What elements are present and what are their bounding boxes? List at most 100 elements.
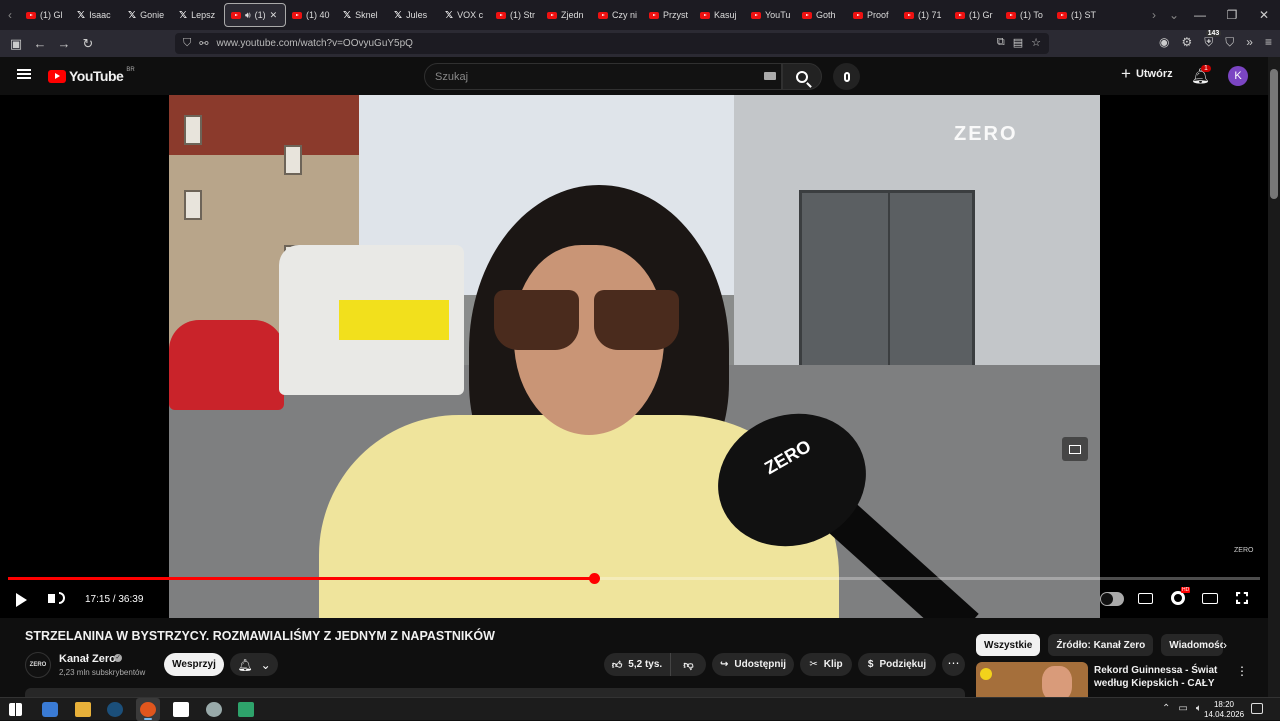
- theater-mode-icon[interactable]: [1202, 593, 1218, 604]
- subtitles-icon[interactable]: [1138, 593, 1153, 604]
- scrollbar-thumb[interactable]: [1270, 69, 1278, 199]
- page-scrollbar[interactable]: [1268, 57, 1280, 697]
- chrome-taskbar-icon[interactable]: [42, 702, 58, 717]
- tab-item[interactable]: (1) 71: [898, 3, 949, 27]
- overflow-icon[interactable]: »: [1246, 35, 1253, 50]
- notifications-button[interactable]: 🔔︎ 1: [1191, 65, 1211, 85]
- settings-gear-icon[interactable]: [1171, 591, 1185, 605]
- recommended-thumbnail[interactable]: [976, 662, 1088, 697]
- tab-item[interactable]: Goth: [796, 3, 847, 27]
- chips-next-icon[interactable]: ›: [1223, 638, 1227, 652]
- app-icon[interactable]: [206, 702, 222, 717]
- tray-chevron-icon[interactable]: ⌃: [1162, 703, 1170, 714]
- avatar[interactable]: K: [1228, 66, 1248, 86]
- steam-icon[interactable]: [107, 702, 123, 717]
- miniplayer-button[interactable]: [1062, 437, 1088, 461]
- tab-list-menu-icon[interactable]: ⌄: [1164, 8, 1184, 22]
- volume-icon[interactable]: [48, 594, 55, 603]
- close-window-icon[interactable]: ✕: [1248, 8, 1280, 22]
- extensions-icon[interactable]: ⚙: [1182, 35, 1193, 50]
- restore-icon[interactable]: ❐: [1216, 8, 1248, 22]
- notion-icon[interactable]: [173, 702, 189, 717]
- share-button[interactable]: ↪ Udostępnij: [712, 653, 794, 676]
- dislike-button[interactable]: 👎︎: [670, 653, 706, 676]
- voice-search-button[interactable]: [833, 63, 860, 90]
- description-box[interactable]: [25, 688, 965, 697]
- clip-button[interactable]: ✂ Klip: [800, 653, 852, 676]
- network-icon[interactable]: ▭: [1178, 703, 1187, 714]
- tab-item[interactable]: Przyst: [643, 3, 694, 27]
- tab-item[interactable]: Zjedn: [541, 3, 592, 27]
- tab-item[interactable]: (1) Gr: [949, 3, 1000, 27]
- progress-bar[interactable]: [8, 573, 1260, 584]
- speaker-icon[interactable]: 🔈︎: [1196, 703, 1202, 714]
- site-permissions-icon[interactable]: ⚯: [199, 37, 208, 50]
- search-input[interactable]: Szukaj: [424, 63, 782, 90]
- tab-item[interactable]: (1) Str: [490, 3, 541, 27]
- tab-item[interactable]: Proof: [847, 3, 898, 27]
- thanks-button[interactable]: $ Podziękuj: [858, 653, 936, 676]
- pip-icon[interactable]: ⧉: [997, 36, 1005, 49]
- play-icon[interactable]: [16, 593, 27, 607]
- video-player[interactable]: ZERO ZERO ZERO 17:15 / 36:39 HD: [0, 95, 1268, 618]
- minimize-icon[interactable]: —: [1184, 8, 1216, 22]
- tab-item[interactable]: 𝕏 Gonie: [122, 3, 173, 27]
- tab-close-icon[interactable]: ✕: [270, 10, 278, 21]
- channel-avatar[interactable]: ZERO: [25, 652, 51, 678]
- tab-item[interactable]: 𝕏 Isaac: [71, 3, 122, 27]
- video-frame[interactable]: ZERO ZERO: [169, 95, 1100, 618]
- start-icon[interactable]: [9, 703, 22, 716]
- reader-icon[interactable]: ▤: [1013, 36, 1023, 49]
- tab-item[interactable]: 𝕏 VOX c: [439, 3, 490, 27]
- shield-icon[interactable]: ⛉: [183, 37, 191, 50]
- tab-scroll-right-icon[interactable]: ›: [1144, 8, 1164, 22]
- address-bar[interactable]: ⛉ ⚯ www.youtube.com/watch?v=OOvyuGuY5pQ …: [175, 33, 1049, 54]
- ublock-icon[interactable]: ⛨ 143: [1204, 30, 1222, 50]
- chip-news[interactable]: Wiadomości z: [1161, 634, 1224, 656]
- url-text[interactable]: www.youtube.com/watch?v=OOvyuGuY5pQ: [216, 38, 412, 49]
- subscription-bell-button[interactable]: 🔔︎ ⌄: [230, 653, 278, 676]
- fullscreen-icon[interactable]: [1236, 592, 1248, 604]
- search-button[interactable]: [782, 63, 822, 90]
- miniplayer-icon: [1069, 444, 1081, 454]
- vpn-icon[interactable]: ◉: [1159, 35, 1169, 50]
- taskbar-clock[interactable]: 18:20 14.04.2026: [1204, 700, 1244, 720]
- hamburger-menu-icon[interactable]: [17, 69, 31, 79]
- chip-all[interactable]: Wszystkie: [976, 634, 1041, 656]
- tab-overview-icon[interactable]: ▣: [4, 36, 28, 52]
- firefox-icon[interactable]: [140, 702, 156, 717]
- support-button[interactable]: Wesprzyj: [164, 653, 224, 676]
- create-button[interactable]: + Utwórz: [1121, 65, 1173, 82]
- notification-center-icon[interactable]: [1251, 703, 1263, 714]
- back-icon[interactable]: ←: [28, 36, 52, 51]
- progress-scrubber[interactable]: [589, 573, 601, 584]
- channel-name[interactable]: Kanał Zero: [59, 653, 116, 665]
- tab-item[interactable]: 𝕏 Jules: [388, 3, 439, 27]
- tab-scroll-left-icon[interactable]: ‹: [0, 8, 20, 22]
- tab-item[interactable]: Czy ni: [592, 3, 643, 27]
- tab-item[interactable]: 𝕏 Lepsz: [173, 3, 224, 27]
- forward-icon[interactable]: →: [52, 36, 76, 51]
- recommended-menu-icon[interactable]: ⋮: [1236, 664, 1248, 678]
- calculator-icon[interactable]: [238, 702, 254, 717]
- autoplay-toggle[interactable]: [1100, 592, 1124, 606]
- tab-item[interactable]: (1) Gl: [20, 3, 71, 27]
- file-explorer-icon[interactable]: [75, 702, 91, 717]
- like-button[interactable]: 👍︎ 5,2 tys.: [604, 653, 670, 676]
- more-actions-icon[interactable]: ⋯: [942, 653, 965, 676]
- bookmark-star-icon[interactable]: ☆: [1031, 36, 1041, 49]
- audio-playing-icon[interactable]: 🔊︎: [245, 10, 251, 21]
- tab-item[interactable]: (1) To: [1000, 3, 1051, 27]
- youtube-logo[interactable]: YouTube BR: [48, 67, 135, 84]
- keyboard-icon[interactable]: [764, 72, 776, 80]
- tab-item[interactable]: (1) 40: [286, 3, 337, 27]
- tab-item[interactable]: Kasuj: [694, 3, 745, 27]
- reload-icon[interactable]: ↻: [76, 36, 100, 52]
- tab-active[interactable]: 🔊︎ (1) ✕: [224, 3, 286, 27]
- app-menu-icon[interactable]: ≡: [1265, 35, 1272, 50]
- privacy-icon[interactable]: ⛉: [1225, 35, 1234, 50]
- tab-item[interactable]: (1) ST: [1051, 3, 1102, 27]
- tab-item[interactable]: YouTu: [745, 3, 796, 27]
- chip-source-channel[interactable]: Źródło: Kanał Zero: [1048, 634, 1154, 656]
- tab-item[interactable]: 𝕏 Sknel: [337, 3, 388, 27]
